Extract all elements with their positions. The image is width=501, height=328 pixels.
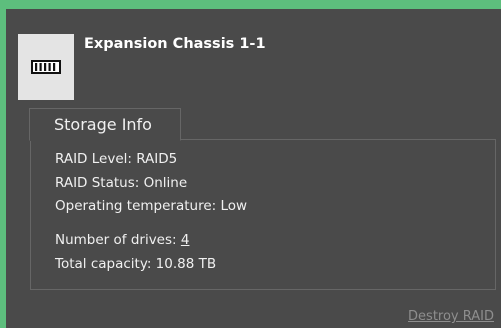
- top-accent-bar: [0, 0, 501, 9]
- number-of-drives-row: Number of drives: 4: [55, 232, 189, 248]
- operating-temperature-text: Operating temperature: Low: [55, 198, 248, 214]
- destroy-raid-link[interactable]: Destroy RAID: [408, 309, 494, 324]
- number-of-drives-link[interactable]: 4: [181, 232, 190, 248]
- storage-info-tab: Storage Info: [29, 108, 181, 141]
- device-tile: [18, 34, 74, 100]
- raid-status-text: RAID Status: Online: [55, 175, 188, 191]
- chassis-icon: [31, 60, 61, 74]
- total-capacity-text: Total capacity: 10.88 TB: [55, 256, 217, 272]
- number-of-drives-label: Number of drives:: [55, 232, 181, 248]
- chassis-panel: Expansion Chassis 1-1 Storage Info RAID …: [6, 9, 501, 328]
- raid-level-text: RAID Level: RAID5: [55, 151, 178, 167]
- device-title: Expansion Chassis 1-1: [84, 36, 266, 52]
